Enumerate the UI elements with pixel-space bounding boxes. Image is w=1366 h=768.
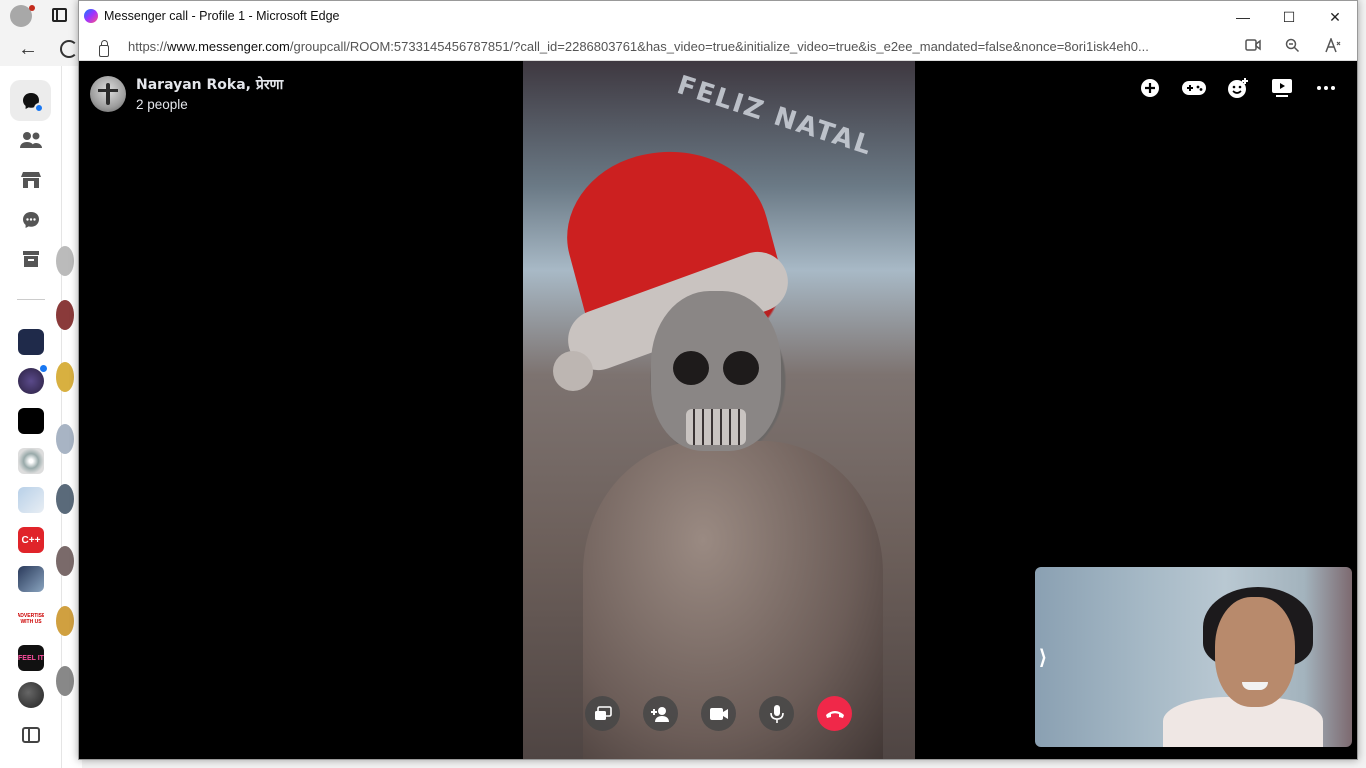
add-emoji-icon [1227, 78, 1248, 98]
address-bar[interactable]: https://www.messenger.com/groupcall/ROOM… [79, 33, 1357, 61]
video-play-icon [1271, 79, 1292, 97]
chat-avatar-peek[interactable] [56, 606, 74, 636]
effects-button[interactable] [1224, 77, 1251, 99]
call-top-actions [1136, 77, 1339, 99]
chat-avatar-peek[interactable] [56, 666, 74, 696]
camera-toggle-button[interactable] [701, 696, 736, 731]
url-path: /groupcall/ROOM:5733145456787851/?call_i… [289, 39, 1149, 54]
community-thumb-cpp[interactable]: C++ [18, 527, 44, 553]
community-thumb-4[interactable] [18, 448, 44, 474]
chat-avatar-peek[interactable] [56, 300, 74, 330]
chats-nav-button[interactable] [10, 80, 51, 121]
community-thumb-3[interactable] [18, 408, 44, 434]
archive-icon [23, 251, 39, 267]
minimize-button[interactable]: — [1229, 7, 1257, 27]
archive-nav-button[interactable] [18, 246, 44, 272]
unread-indicator [34, 103, 44, 113]
chat-avatar-peek[interactable] [56, 362, 74, 392]
url-host: www.messenger.com [167, 39, 290, 54]
community-thumb-5[interactable] [18, 487, 44, 513]
message-requests-icon [23, 212, 39, 228]
call-controls [585, 696, 852, 731]
read-aloud-icon[interactable] [1325, 36, 1341, 56]
microphone-icon [769, 704, 784, 723]
community-unread-dot [39, 364, 48, 373]
chat-avatar-peek[interactable] [56, 484, 74, 514]
close-button[interactable]: ✕ [1321, 7, 1349, 27]
maximize-button[interactable]: ☐ [1275, 7, 1303, 27]
people-icon [20, 132, 42, 148]
chat-avatar-peek[interactable] [56, 246, 74, 276]
end-call-button[interactable] [817, 696, 852, 731]
remote-video: FELIZ NATAL [523, 61, 915, 759]
gamepad-icon [1181, 81, 1206, 95]
share-screen-icon [594, 705, 612, 720]
self-video-smile [1242, 682, 1268, 690]
sidebar-divider [17, 299, 45, 300]
community-thumb-7[interactable] [18, 566, 44, 592]
url-scheme: https:// [128, 39, 168, 54]
add-person-button[interactable] [643, 696, 678, 731]
messenger-sidebar: C++ ADVERTISE WITH US FEEL IT [0, 66, 62, 768]
add-person-icon [650, 706, 669, 722]
people-nav-button[interactable] [18, 127, 44, 153]
participant-count: 2 people [136, 97, 188, 112]
self-video-preview[interactable]: ⟩ [1035, 567, 1352, 747]
more-icon [1316, 86, 1335, 90]
skull-eye [673, 351, 709, 385]
caller-avatar[interactable] [90, 75, 126, 112]
window-title-bar: Messenger call - Profile 1 - Microsoft E… [79, 1, 1357, 33]
chat-avatar-peek[interactable] [56, 546, 74, 576]
microphone-toggle-button[interactable] [759, 696, 794, 731]
video-overlay-text: FELIZ NATAL [673, 70, 877, 162]
sidebar-toggle-icon [22, 727, 40, 743]
call-window: Messenger call - Profile 1 - Microsoft E… [78, 0, 1358, 760]
zoom-icon[interactable] [1285, 38, 1300, 56]
messenger-logo-icon [84, 9, 98, 23]
window-title: Messenger call - Profile 1 - Microsoft E… [104, 9, 340, 23]
camera-permission-icon[interactable] [1245, 38, 1261, 54]
more-options-button[interactable] [1312, 77, 1339, 99]
video-camera-icon [709, 707, 728, 720]
collapse-self-view-button[interactable]: ⟩ [1039, 645, 1047, 670]
lock-icon[interactable] [99, 40, 109, 57]
marketplace-nav-button[interactable] [18, 167, 44, 193]
end-call-icon [825, 710, 844, 718]
call-stage: FELIZ NATAL Narayan Roka, प्रेरणा 2 peop… [79, 61, 1357, 759]
store-icon [21, 172, 41, 188]
community-thumb-feel-it[interactable]: FEEL IT [18, 645, 44, 671]
skull-teeth [686, 409, 746, 445]
chat-avatar-peek[interactable] [56, 424, 74, 454]
refresh-icon[interactable] [60, 40, 78, 58]
skull-eye [723, 351, 759, 385]
profile-alert-dot [29, 5, 35, 11]
skull-filter [651, 291, 781, 451]
games-button[interactable] [1180, 77, 1207, 99]
url-text[interactable]: https://www.messenger.com/groupcall/ROOM… [128, 39, 1228, 54]
plus-circle-icon [1140, 79, 1159, 97]
back-arrow-icon[interactable]: ← [18, 38, 38, 61]
caller-header: Narayan Roka, प्रेरणा 2 people [90, 75, 283, 112]
watch-together-button[interactable] [1268, 77, 1295, 99]
tab-actions-icon[interactable] [52, 8, 67, 22]
add-button[interactable] [1136, 77, 1163, 99]
community-thumb-10[interactable] [18, 682, 44, 708]
community-thumb-1[interactable] [18, 329, 44, 355]
requests-nav-button[interactable] [18, 207, 44, 233]
collapse-sidebar-button[interactable] [18, 722, 44, 748]
santa-hat-pompom [553, 351, 593, 391]
caller-name: Narayan Roka, प्रेरणा [136, 77, 284, 93]
self-video-face [1215, 597, 1295, 707]
share-screen-button[interactable] [585, 696, 620, 731]
community-thumb-advertise[interactable]: ADVERTISE WITH US [18, 606, 44, 632]
